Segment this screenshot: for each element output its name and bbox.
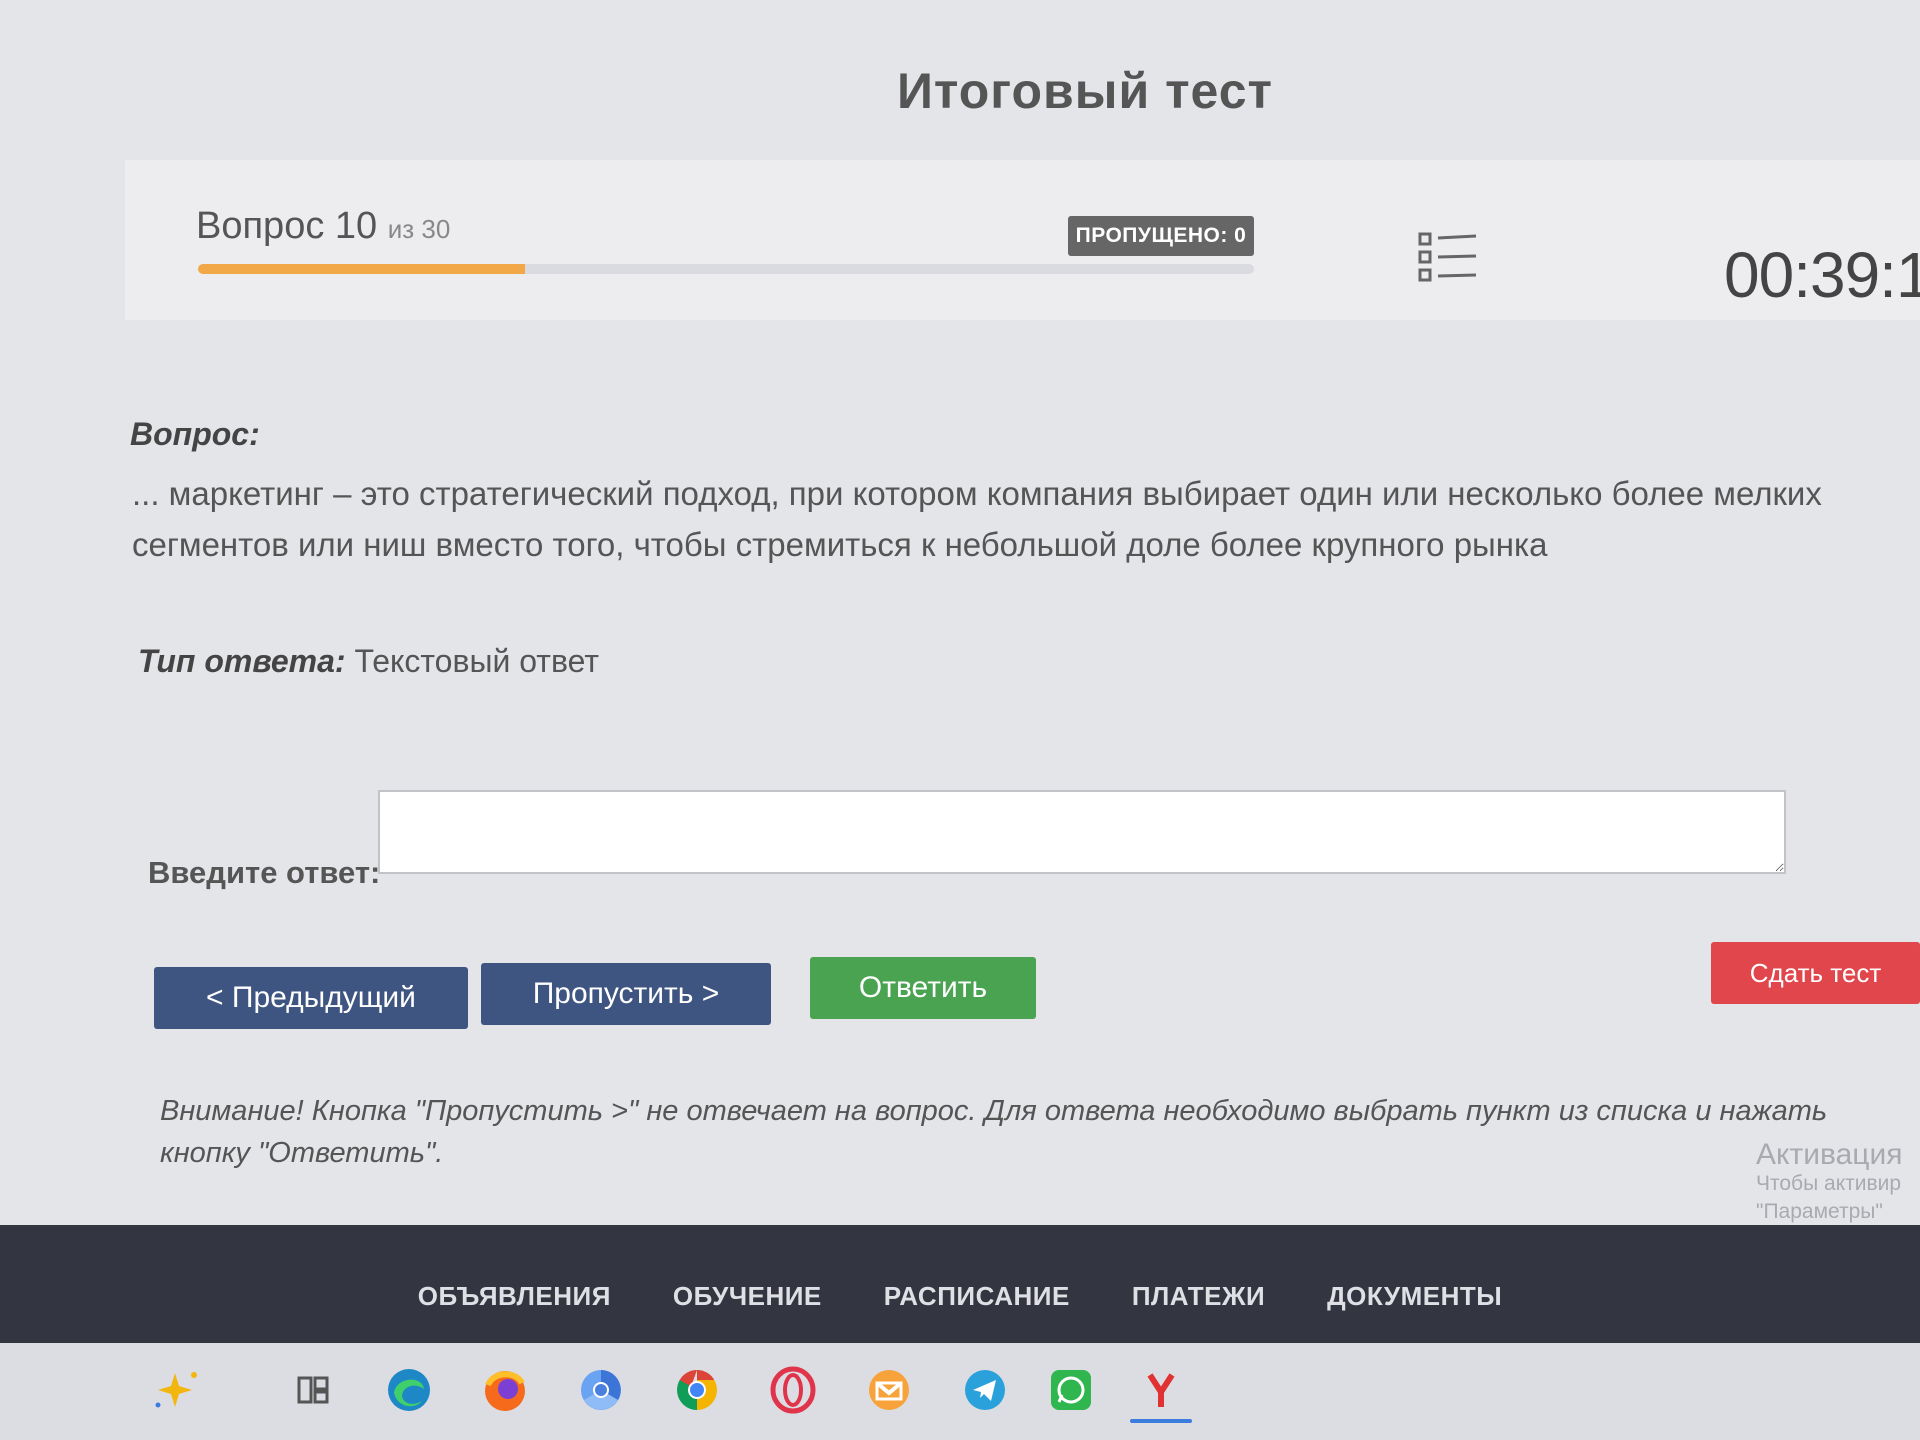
submit-test-button[interactable]: Сдать тест <box>1711 942 1920 1004</box>
windows-activation-watermark: Активация Чтобы активир "Параметры" <box>1756 1140 1902 1226</box>
question-number: Вопрос 10 <box>196 205 378 247</box>
task-view-icon[interactable] <box>288 1365 338 1415</box>
nav-documents[interactable]: ДОКУМЕНТЫ <box>1327 1281 1502 1312</box>
skipped-badge: ПРОПУЩЕНО: 0 <box>1068 216 1254 256</box>
answer-type: Тип ответа: Текстовый ответ <box>138 643 599 680</box>
progress-bar <box>198 264 1254 274</box>
activation-line-2: "Параметры" <box>1756 1200 1883 1223</box>
answer-type-value: Текстовый ответ <box>354 643 599 679</box>
nav-schedule[interactable]: РАСПИСАНИЕ <box>884 1281 1070 1312</box>
timer: 00:39:12 <box>1724 239 1920 311</box>
footer-nav: ОБЪЯВЛЕНИЯ ОБУЧЕНИЕ РАСПИСАНИЕ ПЛАТЕЖИ Д… <box>0 1225 1920 1343</box>
firefox-icon[interactable] <box>480 1365 530 1415</box>
chromium-icon[interactable] <box>576 1365 626 1415</box>
taskbar <box>0 1343 1920 1440</box>
progress-bar-fill <box>198 264 526 274</box>
edge-icon[interactable] <box>384 1365 434 1415</box>
question-text: ... маркетинг – это стратегический подхо… <box>132 475 1822 563</box>
question-counter: Вопрос 10 из 30 <box>196 205 450 248</box>
answer-type-label: Тип ответа: <box>138 643 346 679</box>
skip-button[interactable]: Пропустить > <box>481 963 771 1025</box>
question-total: из 30 <box>387 214 451 244</box>
answer-label: Введите ответ: <box>148 855 381 890</box>
telegram-icon[interactable] <box>960 1365 1010 1415</box>
activation-line-1: Чтобы активир <box>1756 1172 1902 1195</box>
nav-announcements[interactable]: ОБЪЯВЛЕНИЯ <box>418 1281 611 1312</box>
question-list-icon[interactable] <box>1416 230 1478 286</box>
copilot-icon[interactable] <box>150 1365 200 1415</box>
chrome-icon[interactable] <box>672 1365 722 1415</box>
skip-notice: Внимание! Кнопка "Пропустить >" не отвеч… <box>160 1095 1828 1169</box>
previous-button[interactable]: < Предыдущий <box>154 967 468 1029</box>
mail-icon[interactable] <box>864 1365 914 1415</box>
whatsapp-icon[interactable] <box>1046 1365 1096 1415</box>
nav-payments[interactable]: ПЛАТЕЖИ <box>1132 1281 1265 1312</box>
activation-title: Активация <box>1756 1138 1903 1171</box>
answer-button[interactable]: Ответить <box>810 957 1036 1019</box>
yandex-browser-icon[interactable] <box>1130 1365 1192 1423</box>
page-title: Итоговый тест <box>896 63 1273 119</box>
opera-icon[interactable] <box>768 1365 818 1415</box>
answer-input[interactable] <box>378 790 1786 874</box>
question-label: Вопрос: <box>130 416 260 452</box>
nav-learning[interactable]: ОБУЧЕНИЕ <box>673 1281 822 1312</box>
